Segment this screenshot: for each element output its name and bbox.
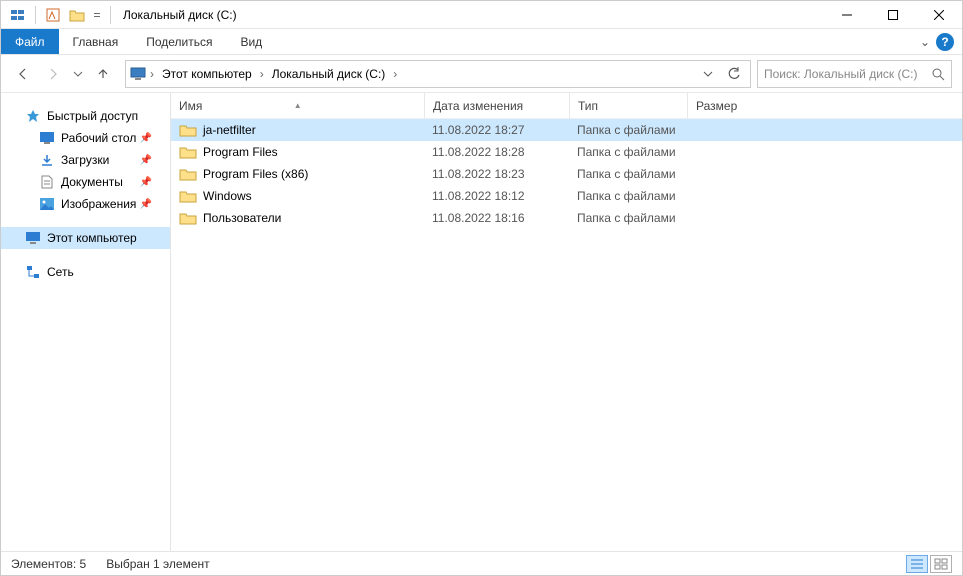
ribbon-tab-home[interactable]: Главная xyxy=(59,29,133,54)
nav-pictures[interactable]: Изображения 📌 xyxy=(1,193,170,215)
chevron-right-icon[interactable]: › xyxy=(391,67,399,81)
ribbon-tab-file[interactable]: Файл xyxy=(1,29,59,54)
close-button[interactable] xyxy=(916,1,962,29)
nav-network[interactable]: Сеть xyxy=(1,261,170,283)
file-row[interactable]: Program Files (x86) 11.08.2022 18:23Папка… xyxy=(171,163,962,185)
desktop-icon xyxy=(39,130,55,146)
pin-icon: 📌 xyxy=(140,199,152,210)
pin-icon: 📌 xyxy=(140,177,152,188)
pc-icon xyxy=(25,230,41,246)
file-row[interactable]: ja-netfilter 11.08.2022 18:27Папка с файл… xyxy=(171,119,962,141)
column-type[interactable]: Тип xyxy=(569,93,687,118)
file-date: 11.08.2022 18:16 xyxy=(424,211,569,225)
minimize-button[interactable] xyxy=(824,1,870,29)
chevron-right-icon[interactable]: › xyxy=(258,67,266,81)
file-type: Папка с файлами xyxy=(569,123,687,137)
breadcrumb-segment[interactable]: Локальный диск (C:) xyxy=(268,65,390,83)
refresh-button[interactable] xyxy=(722,62,746,86)
app-icon xyxy=(7,4,29,26)
file-row[interactable]: Program Files 11.08.2022 18:28Папка с фай… xyxy=(171,141,962,163)
file-name: ja-netfilter xyxy=(203,123,256,137)
file-date: 11.08.2022 18:28 xyxy=(424,145,569,159)
folder-icon xyxy=(179,145,197,159)
folder-icon xyxy=(179,189,197,203)
search-icon xyxy=(931,67,945,81)
pin-icon: 📌 xyxy=(140,133,152,144)
status-selection: Выбран 1 элемент xyxy=(106,557,209,571)
folder-icon xyxy=(179,123,197,137)
picture-icon xyxy=(39,196,55,212)
folder-icon xyxy=(179,167,197,181)
statusbar: Элементов: 5 Выбран 1 элемент xyxy=(1,551,962,575)
address-bar[interactable]: › Этот компьютер › Локальный диск (C:) › xyxy=(125,60,751,88)
file-date: 11.08.2022 18:12 xyxy=(424,189,569,203)
column-size[interactable]: Размер xyxy=(687,93,757,118)
nav-desktop[interactable]: Рабочий стол 📌 xyxy=(1,127,170,149)
file-list-pane: Имя▲ Дата изменения Тип Размер ja-netfil… xyxy=(171,93,962,551)
address-pc-icon xyxy=(130,66,146,82)
pin-icon: 📌 xyxy=(140,155,152,166)
nav-recent-dropdown[interactable] xyxy=(71,62,85,86)
titlebar: = Локальный диск (C:) xyxy=(1,1,962,29)
breadcrumb-segment[interactable]: Этот компьютер xyxy=(158,65,256,83)
search-placeholder: Поиск: Локальный диск (C:) xyxy=(764,67,931,81)
ribbon-tab-view[interactable]: Вид xyxy=(226,29,276,54)
status-count: Элементов: 5 xyxy=(11,557,86,571)
maximize-button[interactable] xyxy=(870,1,916,29)
ribbon: Файл Главная Поделиться Вид ⌄ ? xyxy=(1,29,962,55)
file-row[interactable]: Пользователи 11.08.2022 18:16Папка с файл… xyxy=(171,207,962,229)
file-type: Папка с файлами xyxy=(569,189,687,203)
network-icon xyxy=(25,264,41,280)
view-details-button[interactable] xyxy=(906,555,928,573)
nav-this-pc[interactable]: Этот компьютер xyxy=(1,227,170,249)
help-icon[interactable]: ? xyxy=(936,33,954,51)
navbar: › Этот компьютер › Локальный диск (C:) ›… xyxy=(1,55,962,93)
folder-icon xyxy=(179,211,197,225)
nav-quick-access[interactable]: Быстрый доступ xyxy=(1,105,170,127)
window-title: Локальный диск (C:) xyxy=(117,8,237,22)
nav-downloads[interactable]: Загрузки 📌 xyxy=(1,149,170,171)
file-row[interactable]: Windows 11.08.2022 18:12Папка с файлами xyxy=(171,185,962,207)
address-dropdown-icon[interactable] xyxy=(696,62,720,86)
column-name[interactable]: Имя▲ xyxy=(171,93,424,118)
file-date: 11.08.2022 18:23 xyxy=(424,167,569,181)
sort-asc-icon: ▲ xyxy=(294,101,332,110)
qat-newfolder-icon[interactable] xyxy=(66,4,88,26)
qat-dropdown-icon[interactable]: = xyxy=(90,4,104,26)
view-large-icons-button[interactable] xyxy=(930,555,952,573)
file-name: Windows xyxy=(203,189,252,203)
file-type: Папка с файлами xyxy=(569,211,687,225)
search-input[interactable]: Поиск: Локальный диск (C:) xyxy=(757,60,952,88)
star-icon xyxy=(25,108,41,124)
document-icon xyxy=(39,174,55,190)
file-name: Пользователи xyxy=(203,211,281,225)
chevron-right-icon[interactable]: › xyxy=(148,67,156,81)
ribbon-expand-icon[interactable]: ⌄ xyxy=(920,35,930,49)
file-name: Program Files xyxy=(203,145,278,159)
file-name: Program Files (x86) xyxy=(203,167,308,181)
download-icon xyxy=(39,152,55,168)
nav-up-button[interactable] xyxy=(91,62,115,86)
file-rows: ja-netfilter11.08.2022 18:27Папка с файл… xyxy=(171,119,962,551)
file-type: Папка с файлами xyxy=(569,145,687,159)
nav-back-button[interactable] xyxy=(11,62,35,86)
column-date[interactable]: Дата изменения xyxy=(424,93,569,118)
ribbon-tab-share[interactable]: Поделиться xyxy=(132,29,226,54)
nav-forward-button[interactable] xyxy=(41,62,65,86)
qat-properties-icon[interactable] xyxy=(42,4,64,26)
file-type: Папка с файлами xyxy=(569,167,687,181)
column-headers: Имя▲ Дата изменения Тип Размер xyxy=(171,93,962,119)
navigation-pane: Быстрый доступ Рабочий стол 📌 Загрузки 📌… xyxy=(1,93,171,551)
nav-documents[interactable]: Документы 📌 xyxy=(1,171,170,193)
file-date: 11.08.2022 18:27 xyxy=(424,123,569,137)
